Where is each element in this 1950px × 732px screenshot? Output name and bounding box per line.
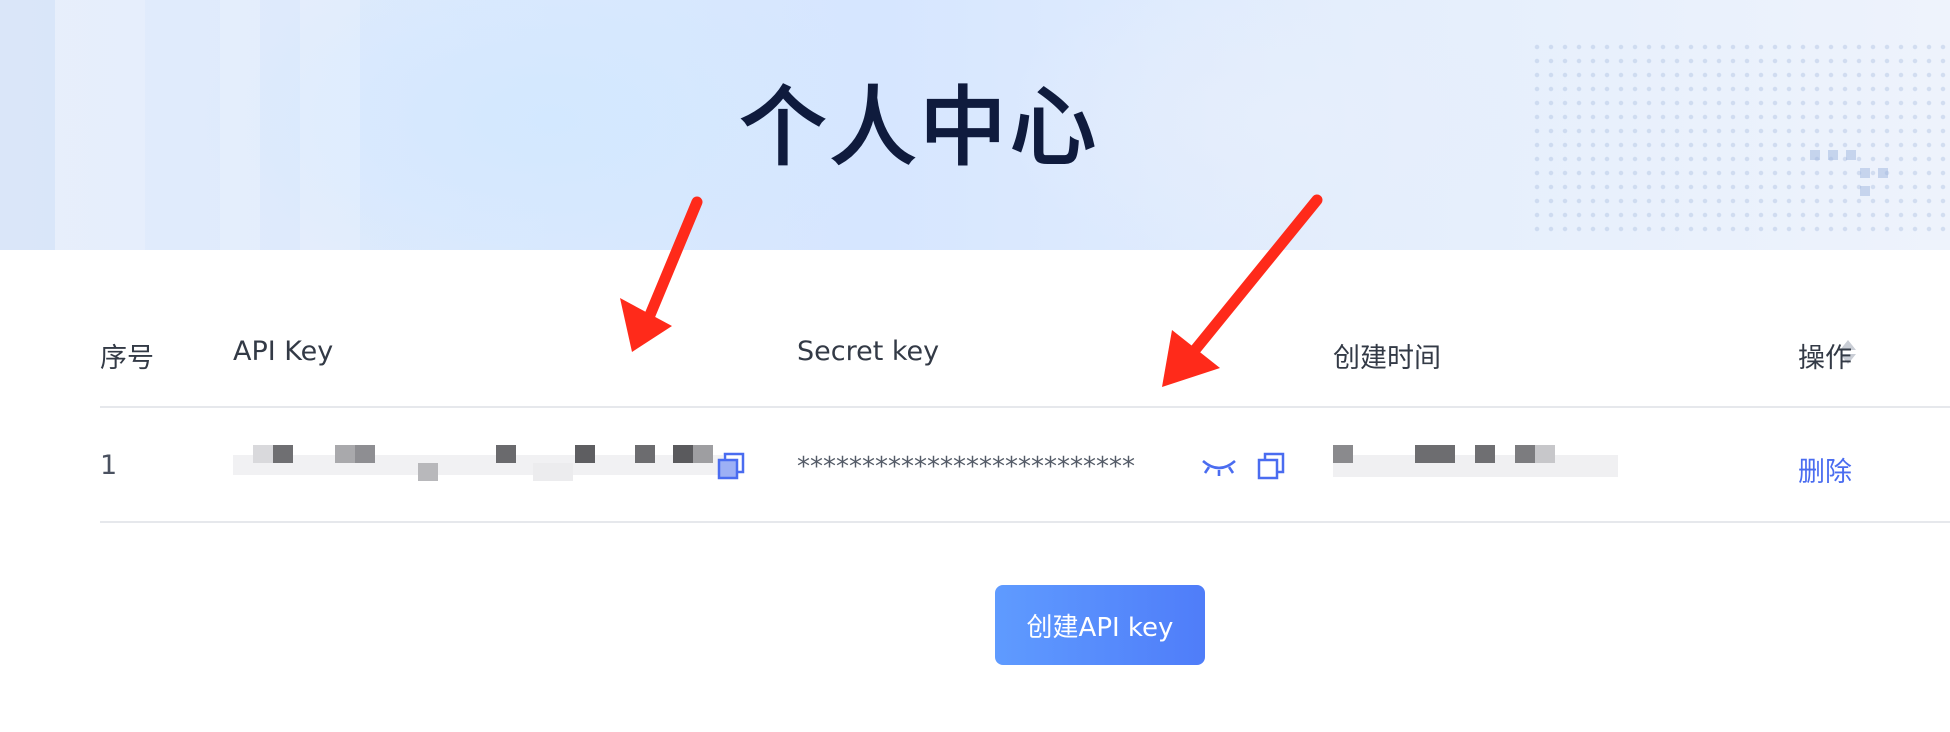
secret-key-masked: ************************** bbox=[797, 452, 1135, 482]
page-title: 个人中心 bbox=[740, 78, 1100, 178]
api-key-value-redacted bbox=[233, 445, 723, 490]
banner-square bbox=[1878, 168, 1888, 178]
create-api-key-button[interactable]: 创建API key bbox=[995, 585, 1205, 665]
banner-square bbox=[1860, 186, 1870, 196]
column-header-actions: 操作 bbox=[1798, 343, 1852, 374]
created-at-value-redacted bbox=[1333, 445, 1623, 490]
header-divider bbox=[100, 406, 1950, 408]
column-header-created-at[interactable]: 创建时间 bbox=[1333, 336, 1441, 375]
page-banner: 个人中心 bbox=[0, 0, 1950, 250]
copy-icon[interactable] bbox=[1255, 450, 1287, 482]
row-divider bbox=[100, 521, 1950, 523]
eye-closed-icon[interactable] bbox=[1201, 455, 1237, 479]
column-header-secret-key: Secret key bbox=[797, 336, 940, 367]
column-header-api-key: API Key bbox=[233, 336, 334, 367]
column-header-index: 序号 bbox=[100, 343, 154, 374]
banner-square bbox=[1860, 168, 1870, 178]
copy-icon[interactable] bbox=[715, 450, 747, 482]
delete-link[interactable]: 删除 bbox=[1798, 450, 1852, 489]
banner-square bbox=[1846, 150, 1856, 160]
row-index: 1 bbox=[100, 450, 118, 481]
